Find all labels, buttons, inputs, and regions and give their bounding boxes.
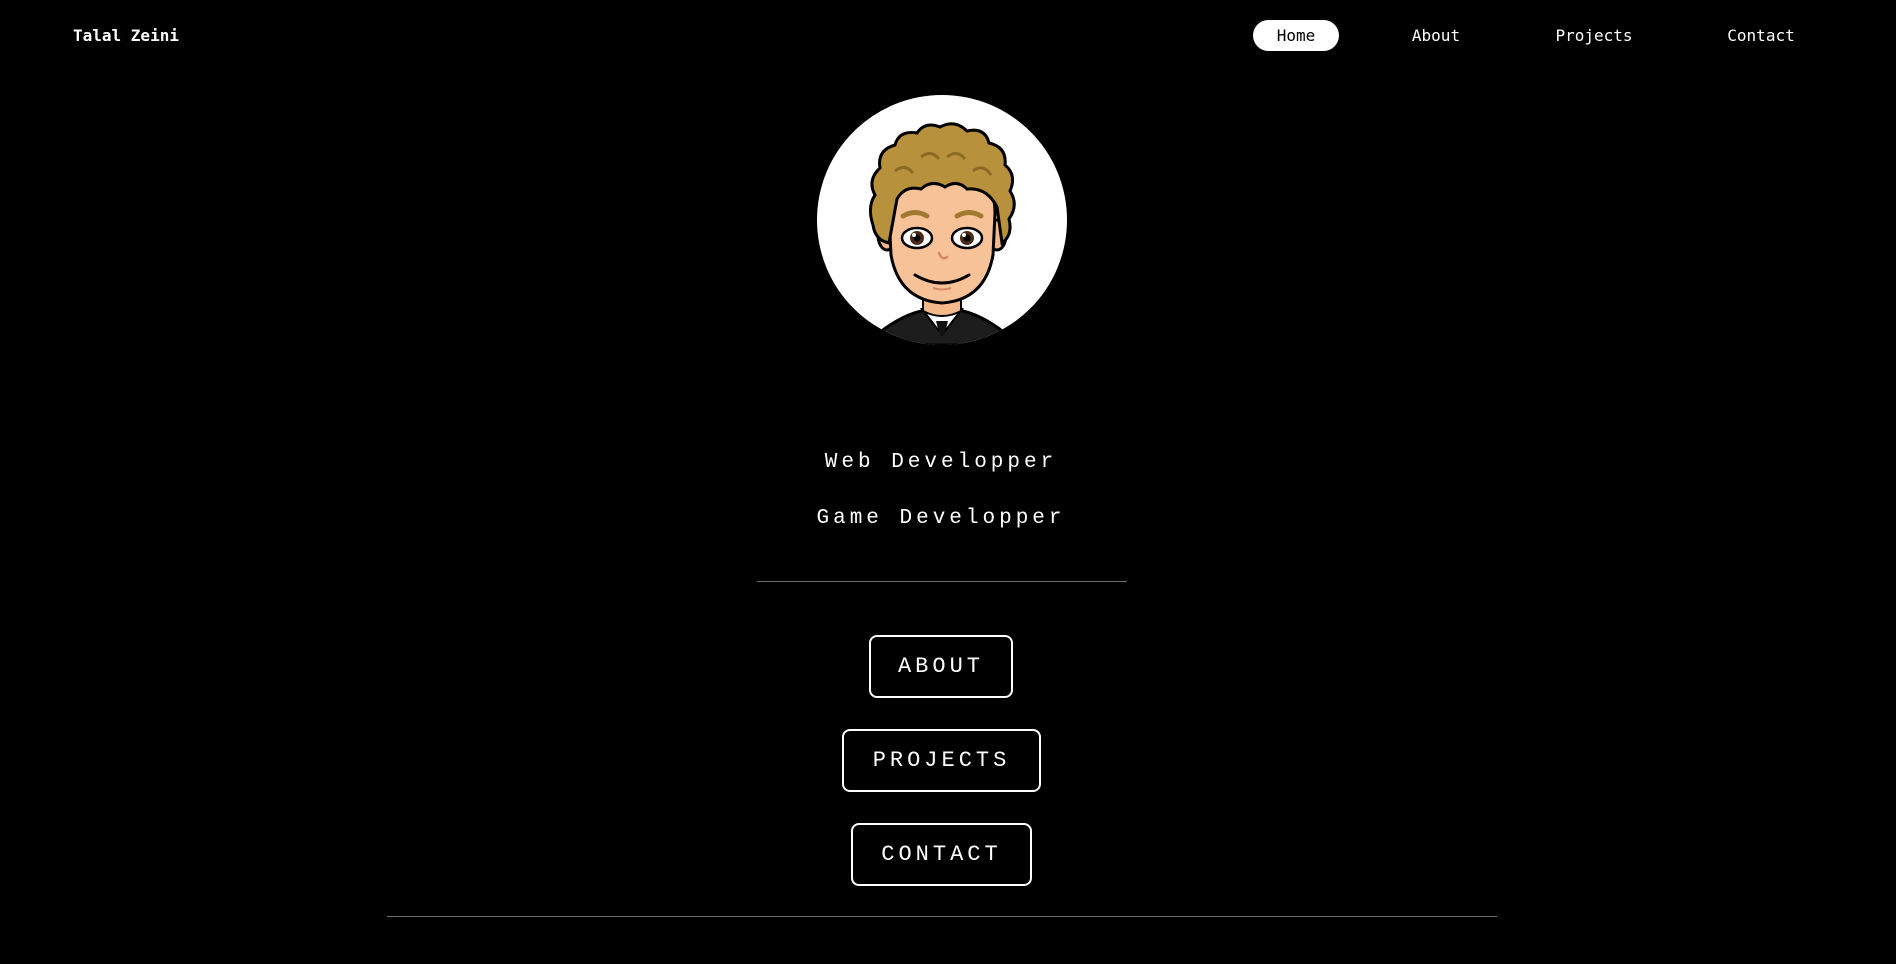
- footer-divider: [387, 916, 1497, 917]
- bitmoji-avatar-icon: [868, 122, 1016, 345]
- role-game-developer: Game Developper: [816, 507, 1066, 530]
- nav-item-projects[interactable]: Projects: [1550, 20, 1638, 51]
- contact-button[interactable]: CONTACT: [851, 823, 1032, 886]
- site-brand[interactable]: Talal Zeini: [73, 26, 179, 45]
- about-button[interactable]: ABOUT: [869, 635, 1013, 698]
- role-web-developer: Web Developper: [824, 451, 1058, 474]
- nav-item-home[interactable]: Home: [1253, 20, 1339, 51]
- projects-button[interactable]: PROJECTS: [842, 729, 1041, 792]
- avatar: [817, 95, 1067, 345]
- section-divider: [757, 581, 1127, 582]
- nav-item-about[interactable]: About: [1402, 20, 1470, 51]
- nav-item-contact[interactable]: Contact: [1722, 20, 1800, 51]
